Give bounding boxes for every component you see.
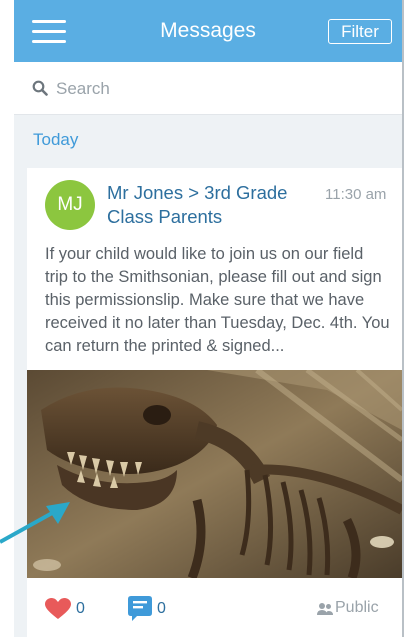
app-header: Messages Filter xyxy=(14,0,402,62)
avatar: MJ xyxy=(45,180,95,230)
like-count: 0 xyxy=(76,600,85,617)
people-icon xyxy=(317,603,333,615)
search-bar xyxy=(14,62,402,115)
message-time: 11:30 am xyxy=(325,186,387,203)
annotation-arrow-icon xyxy=(0,502,70,544)
comment-button[interactable]: 0 xyxy=(128,596,166,622)
comment-count: 0 xyxy=(157,600,166,617)
filter-button[interactable]: Filter xyxy=(328,19,392,44)
like-button[interactable]: 0 xyxy=(45,598,85,620)
dinosaur-skeleton-image xyxy=(27,370,402,578)
app-frame: Messages Filter Today MJ Mr Jones > 3rd … xyxy=(14,0,404,637)
message-card[interactable]: MJ Mr Jones > 3rd Grade Class Parents 11… xyxy=(27,168,402,637)
section-label-today: Today xyxy=(33,130,79,149)
comment-icon xyxy=(128,596,152,621)
message-photo[interactable] xyxy=(27,370,402,578)
search-icon xyxy=(32,80,48,96)
message-footer: 0 0 Public xyxy=(27,578,402,637)
search-input[interactable] xyxy=(54,74,378,104)
heart-icon xyxy=(45,598,71,619)
message-body[interactable]: If your child would like to join us on o… xyxy=(45,243,390,358)
visibility-label: Public xyxy=(335,599,379,616)
message-sender[interactable]: Mr Jones > 3rd Grade Class Parents xyxy=(107,181,317,229)
